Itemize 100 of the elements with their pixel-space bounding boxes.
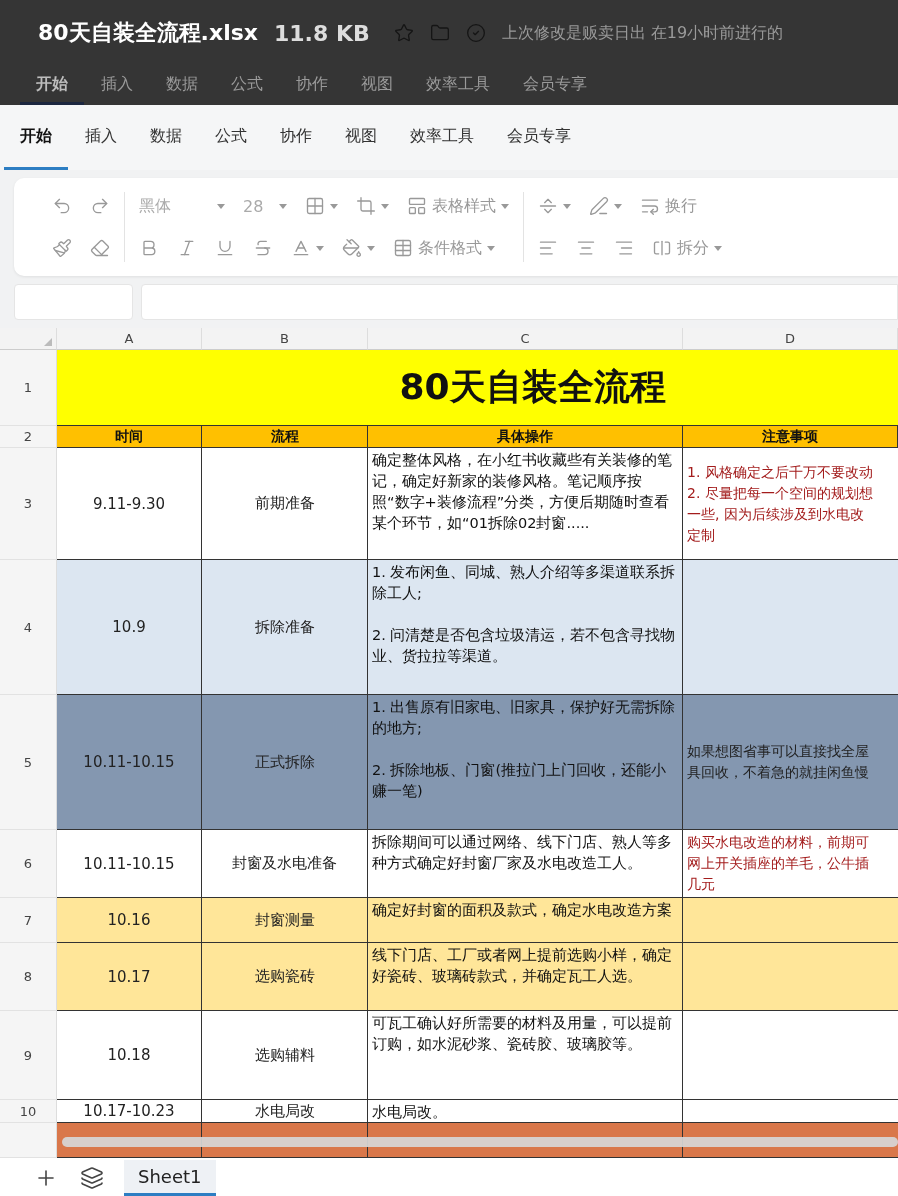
note-text: 如果想图省事可以直接找全屋 xyxy=(687,742,870,761)
row-number: 5 xyxy=(0,695,57,830)
sheet-tab[interactable]: Sheet1 xyxy=(124,1160,216,1196)
formula-field[interactable] xyxy=(141,284,898,320)
column-header[interactable]: B xyxy=(202,328,368,350)
detail-text: 水电局改。 xyxy=(372,1103,447,1122)
header-cell: 注意事项 xyxy=(683,426,898,448)
note-text: 1. 风格确定之后千万不要改动 xyxy=(687,462,874,482)
caret-icon xyxy=(487,245,495,251)
last-modified-text: 上次修改是贩卖日出 在19小时前进行的 xyxy=(501,22,784,44)
caret-icon xyxy=(279,203,287,209)
format-painter-button[interactable] xyxy=(50,236,74,260)
horizontal-scrollbar[interactable] xyxy=(62,1137,898,1147)
redo-icon xyxy=(90,196,110,216)
undo-icon xyxy=(52,196,72,216)
time-cell: 10.17-10.23 xyxy=(57,1100,202,1122)
header-cell: 流程 xyxy=(202,426,368,448)
caret-icon xyxy=(367,245,375,251)
time-cell: 10.11-10.15 xyxy=(57,830,202,897)
layers-icon xyxy=(80,1166,104,1190)
header-cell: 具体操作 xyxy=(368,426,683,448)
step-cell: 正式拆除 xyxy=(202,695,368,829)
row-number: 10 xyxy=(0,1100,57,1123)
time-cell: 10.9 xyxy=(57,560,202,694)
menu-tab[interactable]: 公式 xyxy=(215,66,279,105)
star-icon xyxy=(393,23,414,43)
note-text: 一些, 因为后续涉及到水电改 xyxy=(687,504,865,524)
caret-icon xyxy=(316,245,324,251)
corner-triangle-icon xyxy=(44,338,52,346)
menu-tab[interactable]: 公式 xyxy=(199,105,263,170)
menu-tab[interactable]: 效率工具 xyxy=(410,66,506,105)
pen-icon xyxy=(589,196,609,216)
sheet-title: 80天自装全流程 xyxy=(57,350,898,426)
menu-tab[interactable]: 插入 xyxy=(85,66,149,105)
detail-text: 拆除期间可以通过网络、线下门店、熟人等多种方式确定好封窗厂家及水电改造工人。 xyxy=(372,833,673,873)
time-cell: 10.11-10.15 xyxy=(57,695,202,829)
table-icon xyxy=(393,238,413,258)
split-icon xyxy=(652,238,672,258)
detail-text: 1. 出售原有旧家电、旧家具，保护好无需拆除的地方; 2. 拆除地板、门窗(推拉门上门回收，还能小赚一笔) xyxy=(372,698,677,801)
eraser-icon xyxy=(90,238,110,258)
detail-text: 1. 发布闲鱼、同城、熟人介绍等多渠道联系拆除工人; 2. 问清楚是否包含垃圾清运，若不包含寻找物业、货拉拉等渠道。 xyxy=(372,563,677,666)
table-layout-icon xyxy=(407,196,427,216)
menu-tab[interactable]: 会员专享 xyxy=(491,105,587,170)
note-text: 2. 尽量把每一个空间的规划想 xyxy=(687,483,874,503)
column-header[interactable]: D xyxy=(683,328,898,350)
paint-bucket-icon xyxy=(342,238,362,258)
row-number: 9 xyxy=(0,1011,57,1100)
menu-tab[interactable]: 视图 xyxy=(345,66,409,105)
separator-icon xyxy=(538,196,558,216)
detail-text: 可瓦工确认好所需要的材料及用量，可以提前订购，如水泥砂浆、瓷砖胶、玻璃胶等。 xyxy=(372,1014,673,1054)
row-number: 1 xyxy=(0,350,57,426)
detail-text: 线下门店、工厂或者网上提前选购小样，确定好瓷砖、玻璃砖款式，并确定瓦工人选。 xyxy=(372,946,673,986)
menu-tab[interactable]: 协作 xyxy=(280,66,344,105)
step-cell: 封窗测量 xyxy=(202,898,368,942)
file-name: 80天自装全流程.xlsx xyxy=(38,19,258,47)
row-number: 7 xyxy=(0,898,57,943)
caret-icon xyxy=(501,203,509,209)
crop-icon xyxy=(356,196,376,216)
caret-icon xyxy=(714,245,722,251)
menu-tab[interactable]: 插入 xyxy=(69,105,133,170)
time-cell: 10.16 xyxy=(57,898,202,942)
crop-button[interactable] xyxy=(354,194,391,218)
select-all-corner[interactable] xyxy=(0,328,57,350)
row-number: 6 xyxy=(0,830,57,898)
underline-icon xyxy=(215,238,235,258)
fill-color-button[interactable] xyxy=(340,236,377,260)
menu-tab[interactable]: 数据 xyxy=(134,105,198,170)
note-text: 定制 xyxy=(687,525,716,545)
step-cell: 拆除准备 xyxy=(202,560,368,694)
menu-tab[interactable]: 数据 xyxy=(150,66,214,105)
row-number: 4 xyxy=(0,560,57,695)
menu-tab[interactable]: 会员专享 xyxy=(507,66,603,105)
menu-tab[interactable]: 视图 xyxy=(329,105,393,170)
note-text: 几元 xyxy=(687,875,716,894)
caret-icon xyxy=(330,203,338,209)
detail-text: 确定整体风格，在小红书收藏些有关装修的笔记，确定好新家的装修风格。笔记顺序按照“数字+装修流程”分类，方便后期随时查看某个环节，如“01拆除02封窗..... xyxy=(372,451,673,533)
paint-roller-icon xyxy=(52,238,72,258)
column-header[interactable]: C xyxy=(368,328,683,350)
menu-tab[interactable]: 协作 xyxy=(264,105,328,170)
row-number: 2 xyxy=(0,426,57,448)
check-circle-icon xyxy=(465,23,486,43)
step-cell: 封窗及水电准备 xyxy=(202,830,368,897)
grid-icon xyxy=(305,196,325,216)
detail-text: 确定好封窗的面积及款式，确定水电改造方案 xyxy=(372,901,672,920)
step-cell: 前期准备 xyxy=(202,448,368,559)
time-cell: 10.18 xyxy=(57,1011,202,1099)
strikethrough-icon xyxy=(253,238,273,258)
row-number: 8 xyxy=(0,943,57,1011)
header-cell: 时间 xyxy=(57,426,202,448)
folder-icon xyxy=(429,23,450,43)
time-cell: 9.11-9.30 xyxy=(57,448,202,559)
column-header[interactable]: A xyxy=(57,328,202,350)
file-size: 11.8 KB xyxy=(274,20,370,46)
menu-tab[interactable]: 效率工具 xyxy=(394,105,490,170)
note-text: 网上开关插座的羊毛，公牛插 xyxy=(687,854,870,873)
step-cell: 选购辅料 xyxy=(202,1011,368,1099)
step-cell: 水电局改 xyxy=(202,1100,368,1122)
note-text: 具回收，不着急的就挂闲鱼慢 xyxy=(687,763,870,782)
caret-icon xyxy=(381,203,389,209)
text-direction-button[interactable] xyxy=(587,194,624,218)
